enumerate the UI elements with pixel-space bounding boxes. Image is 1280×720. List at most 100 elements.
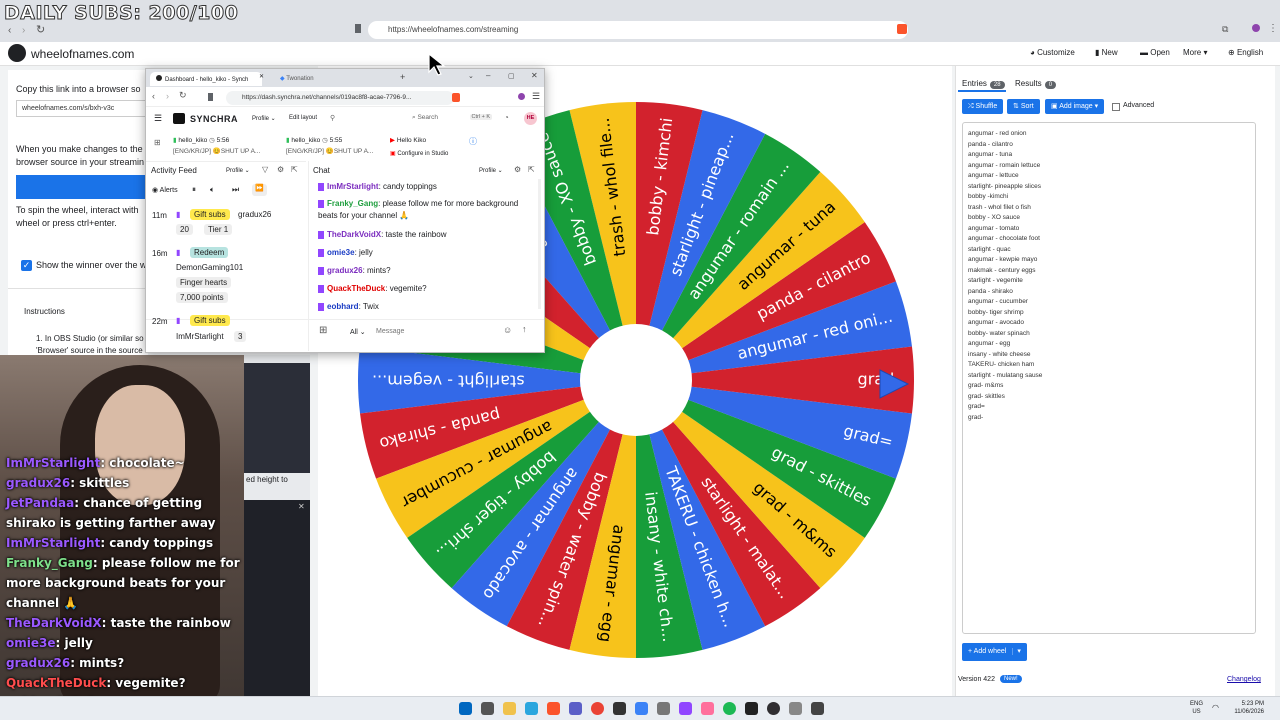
popup-tab-twonation[interactable]: ◆ Twonation [274,72,384,86]
popout-icon[interactable]: ⇱ [291,165,298,174]
chat-username[interactable]: eobhard [327,302,359,311]
popup-reload-icon[interactable]: ↻ [179,90,187,101]
send-icon[interactable]: ↑ [522,324,527,334]
feed-event-chip[interactable]: Gift subs [190,315,230,326]
activity-profile-dropdown[interactable]: Profile ⌄ [226,167,250,174]
chat-username[interactable]: TheDarkVoidX [327,230,381,239]
forward-icon[interactable]: › [22,25,25,36]
app-icon-3[interactable] [613,702,626,715]
add-wheel-dropdown-icon[interactable]: ▾ [1012,648,1021,655]
app-icon-2[interactable] [569,702,582,715]
obs-icon[interactable] [767,702,780,715]
chat-platform-filter[interactable]: All ⌄ [350,328,366,336]
synchra-profile-dropdown[interactable]: Profile ⌄ [252,115,276,122]
copy-link-button[interactable] [16,175,146,199]
popup-tabs-dropdown-icon[interactable]: ⌄ [468,72,474,80]
chat-username[interactable]: Franky_Gang [327,199,378,208]
new-tab-icon[interactable]: + [400,72,405,82]
new-menu[interactable]: ▮ New [1095,48,1118,57]
popup-tab-dashboard[interactable]: Dashboard - hello_kiko - Synch [150,72,262,86]
configure-studio-link[interactable]: ▣ Configure in Studio [390,150,448,157]
popup-url-field[interactable]: https://dash.synchra.net/channels/019ac8… [226,91,454,105]
file-explorer-icon[interactable] [503,702,516,715]
chat-message-input[interactable] [376,324,501,339]
skip-icon[interactable]: ⏭ [232,185,239,195]
more-menu[interactable]: More ▾ [1183,48,1207,57]
app-icon-6[interactable] [701,702,714,715]
app-icon-5[interactable] [657,702,670,715]
close-window-icon[interactable]: ✕ [531,71,538,80]
chat-username[interactable]: gradux26 [327,266,363,275]
app-icon-1[interactable] [525,702,538,715]
notifications-icon[interactable]: ◔ [504,113,509,122]
emoji-icon[interactable]: ☺ [503,325,512,335]
reload-icon[interactable]: ↻ [36,23,45,36]
popup-menu-icon[interactable]: ☰ [532,91,540,102]
browser-menu-icon[interactable]: ⋮ [1268,23,1278,34]
app-icon-9[interactable] [811,702,824,715]
layout-grid-icon[interactable]: ⊞ [319,325,327,336]
synchra-menu-icon[interactable]: ☰ [154,113,162,124]
popup-forward-icon[interactable]: › [166,91,169,101]
chrome-icon[interactable] [591,702,604,715]
entries-textarea[interactable]: angumar - red onion panda - cilantro angum… [962,122,1256,634]
brave-shield-icon[interactable] [897,24,907,34]
grid-icon[interactable]: ⊞ [154,138,161,147]
site-name[interactable]: wheelofnames.com [31,47,134,61]
feed-event-chip[interactable]: Redeem [190,247,229,258]
add-image-button[interactable]: ▣ Add image ▾ [1045,99,1105,114]
wheel-center[interactable] [580,324,692,436]
popup-tab-close-icon[interactable]: ✕ [259,73,264,80]
sort-button[interactable]: ⇅ Sort [1007,99,1040,114]
synchra-search[interactable]: ⌕ Search Ctrl + K [408,112,496,125]
maximize-icon[interactable]: ▢ [508,72,515,80]
open-menu[interactable]: ▬ Open [1140,48,1170,57]
spotify-icon[interactable] [723,702,736,715]
customize-menu[interactable]: ◕ Customize [1030,48,1075,57]
chat-profile-dropdown[interactable]: Profile ⌄ [479,167,503,174]
language-indicator[interactable]: ENG US [1190,700,1203,716]
mute-icon[interactable]: 🔈︎ [210,185,215,195]
stream-link-field[interactable]: wheelofnames.com/s/bxh-v3c [16,100,146,117]
info-icon[interactable]: ⓘ [469,136,477,147]
app-icon-4[interactable] [635,702,648,715]
lock-icon[interactable]: ⚲ [330,114,335,122]
profile-icon[interactable] [1252,24,1260,32]
task-view-icon[interactable] [481,702,494,715]
address-bar[interactable]: https://wheelofnames.com/streaming [368,21,908,39]
tab-results[interactable]: Results 0 [1015,79,1057,89]
chat-username[interactable]: QuackTheDuck [327,284,385,293]
feed-user[interactable]: ImMrStarlight [176,332,224,341]
pause-icon[interactable]: ⏸ [192,185,196,195]
popup-profile-icon[interactable] [518,93,525,100]
settings-icon[interactable]: ⚙ [277,165,284,174]
clock[interactable]: 5:23 PM 11/06/2026 [1232,700,1264,716]
edit-layout-button[interactable]: Edit layout [289,115,317,121]
chat-settings-icon[interactable]: ⚙ [514,165,521,174]
stream-youtube[interactable]: ▶ Hello Kiko [390,136,426,144]
instructions-heading[interactable]: Instructions [24,306,65,317]
brave-icon[interactable] [547,702,560,715]
app-icon-7[interactable] [745,702,758,715]
fast-forward-icon[interactable]: ⏩ [252,184,267,196]
wifi-icon[interactable]: ◠ [1212,703,1219,712]
chat-username[interactable]: omie3e [327,248,355,257]
feed-event-chip[interactable]: Gift subs [190,209,230,220]
shuffle-button[interactable]: ⤮ Shuffle [962,99,1004,114]
tab-entries[interactable]: Entries 28 [962,79,1005,89]
start-icon[interactable] [459,702,472,715]
bookmark-icon[interactable] [355,24,361,33]
popup-back-icon[interactable]: ‹ [152,91,155,101]
popup-brave-icon[interactable] [452,93,460,102]
add-wheel-button[interactable]: + Add wheel ▾ [962,643,1027,661]
twitch-taskbar-icon[interactable] [679,702,692,715]
user-avatar[interactable]: HE [524,112,537,125]
back-icon[interactable]: ‹ [8,25,11,36]
chat-scrollbar[interactable] [538,179,541,309]
stream-twitch-2[interactable]: ▮ hello_kiko ◷ 5:55 [286,136,342,144]
chat-username[interactable]: ImMrStarlight [327,182,379,191]
changelog-link[interactable]: Changelog [1227,676,1261,683]
alerts-toggle[interactable]: ◉ Alerts [152,186,178,194]
obs-close-icon[interactable]: ✕ [298,502,305,511]
advanced-checkbox[interactable] [1112,103,1120,111]
